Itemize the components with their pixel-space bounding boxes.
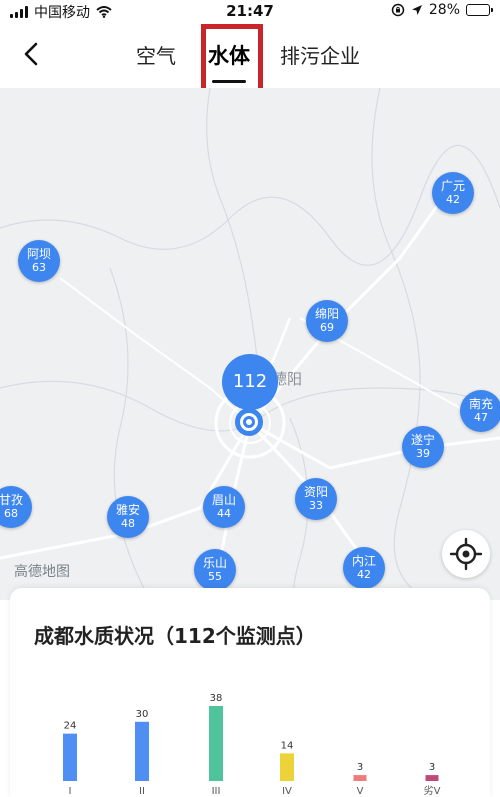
chart-value-label: 3 xyxy=(357,762,363,773)
map-cluster[interactable]: 南充 47 xyxy=(460,390,500,432)
locate-me-button[interactable] xyxy=(442,530,490,578)
map-cluster[interactable]: 雅安 48 xyxy=(107,496,149,538)
map-cluster[interactable]: 绵阳 69 xyxy=(306,300,348,342)
chart-value-label: 24 xyxy=(64,721,77,732)
tab-polluting-enterprises[interactable]: 排污企业 xyxy=(280,40,360,69)
map-cluster[interactable]: 遂宁 39 xyxy=(402,426,444,468)
chart-value-label: 3 xyxy=(429,762,435,773)
water-quality-bar-chart: 24 I 30 II 38 III 14 IV 3 V 3 劣V xyxy=(63,693,441,797)
map-cluster[interactable]: 乐山 55 xyxy=(194,549,236,591)
map-cluster[interactable]: 阿坝 63 xyxy=(18,240,60,282)
status-bar: 中国移动 21:47 28% xyxy=(0,0,500,22)
chart-bar xyxy=(280,753,294,781)
location-arrow-icon xyxy=(411,5,422,15)
status-right-group: 28% xyxy=(391,2,493,18)
battery-percent: 28% xyxy=(428,2,460,18)
map-cluster[interactable]: 内江 42 xyxy=(343,547,385,589)
tab-air[interactable]: 空气 xyxy=(136,40,176,69)
map-cluster[interactable]: 广元 42 xyxy=(432,172,474,214)
chart-category-label: II xyxy=(139,786,145,797)
chart-category-label: I xyxy=(69,786,72,797)
chart-value-label: 14 xyxy=(281,740,294,751)
chart-category-label: 劣V xyxy=(424,784,441,797)
back-chevron-icon[interactable] xyxy=(18,40,46,68)
selected-city-marker[interactable]: 112 xyxy=(222,354,278,416)
chart-category-label: III xyxy=(212,786,221,797)
map-watermark: 高德地图 xyxy=(14,564,70,580)
chart-category-label: V xyxy=(357,786,364,797)
map-background xyxy=(0,88,500,600)
battery-icon xyxy=(466,4,493,16)
chart-value-label: 38 xyxy=(210,693,223,704)
current-location-dot xyxy=(235,408,263,436)
rotation-lock-icon xyxy=(391,3,405,17)
chart-bar xyxy=(135,721,149,781)
chart-bar xyxy=(209,706,223,781)
chart-bar xyxy=(63,733,77,781)
water-quality-card: 成都水质状况（112个监测点） 24 I 30 II 38 III 14 IV 3 V 3 劣V xyxy=(10,588,490,797)
map-view[interactable]: 广元 42 阿坝 63 绵阳 69 南充 47 遂宁 39 甘孜 68 雅安 48 眉山 44 … xyxy=(0,88,500,600)
map-cluster[interactable]: 资阳 33 xyxy=(295,478,337,520)
map-cluster[interactable]: 眉山 44 xyxy=(203,486,245,528)
chart-bar xyxy=(425,775,439,781)
chart-category-label: IV xyxy=(282,786,292,797)
card-title: 成都水质状况（112个监测点） xyxy=(34,624,316,648)
chart-value-label: 30 xyxy=(136,709,149,720)
chart-bar xyxy=(353,775,367,781)
